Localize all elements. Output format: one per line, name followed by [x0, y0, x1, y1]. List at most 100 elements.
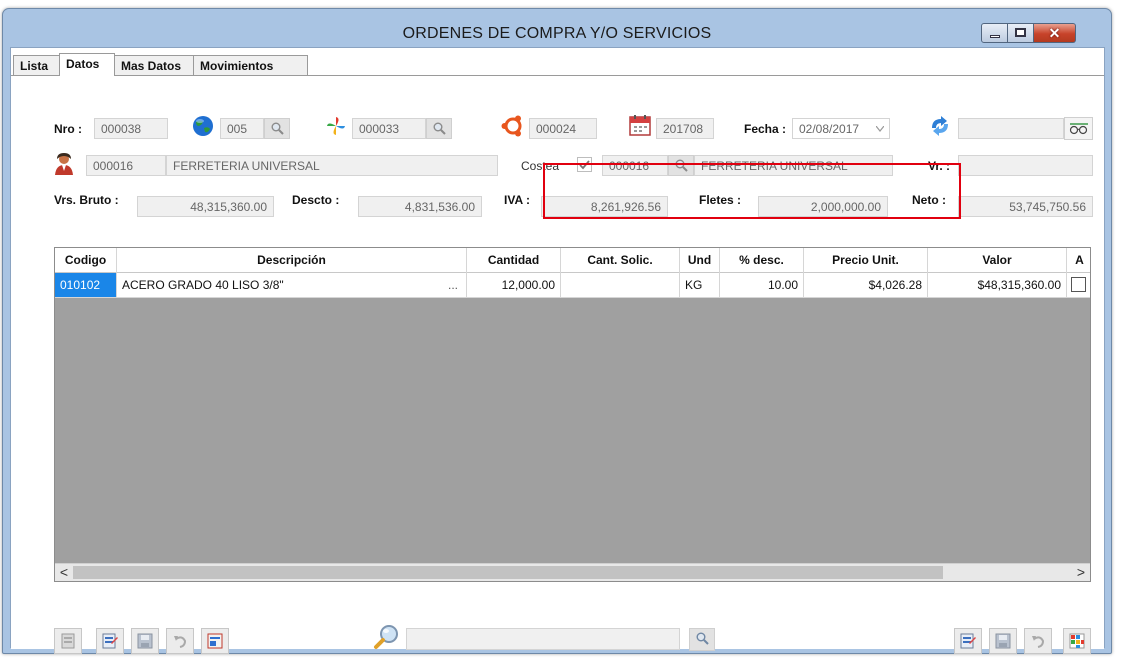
- calendar-icon: [629, 115, 651, 136]
- col-descripcion[interactable]: Descripción: [117, 248, 467, 273]
- bruto-field: 48,315,360.00: [137, 196, 274, 217]
- costea-checkbox[interactable]: [577, 157, 592, 172]
- app-window: ORDENES DE COMPRA Y/O SERVICIOS ✕ Lista …: [2, 8, 1112, 654]
- document-button[interactable]: [201, 628, 229, 654]
- cell-cant-solic[interactable]: [561, 273, 680, 298]
- tab-movimientos[interactable]: Movimientos: [193, 55, 308, 75]
- window-title: ORDENES DE COMPRA Y/O SERVICIOS: [402, 25, 712, 42]
- nro-label: Nro :: [54, 122, 82, 136]
- cell-und[interactable]: KG: [680, 273, 720, 298]
- proveedor-search-button[interactable]: [426, 118, 452, 139]
- save-button[interactable]: [131, 628, 159, 654]
- magnifier-icon: [696, 632, 709, 645]
- ellipsis-button[interactable]: ...: [448, 273, 458, 297]
- tab-strip: Lista Datos Mas Datos Movimientos: [11, 53, 1104, 76]
- costea-name-field[interactable]: FERRETERIA UNIVERSAL: [694, 155, 893, 176]
- sucursal-field[interactable]: 005: [220, 118, 264, 139]
- fecha-date-picker[interactable]: 02/08/2017: [792, 118, 890, 139]
- tab-lista[interactable]: Lista: [13, 55, 60, 75]
- maximize-button[interactable]: [1008, 23, 1034, 43]
- col-a[interactable]: A: [1067, 248, 1090, 273]
- fecha-label: Fecha :: [744, 122, 787, 136]
- table-row[interactable]: 010102 ACERO GRADO 40 LISO 3/8" ... 12,0…: [55, 273, 1090, 298]
- new-document-icon: [61, 633, 75, 649]
- minimize-button[interactable]: [981, 23, 1008, 43]
- edit-record-button[interactable]: [96, 628, 124, 654]
- fletes-label: Fletes :: [699, 193, 742, 207]
- col-codigo[interactable]: Codigo: [55, 248, 117, 273]
- cell-a[interactable]: [1067, 273, 1090, 298]
- iva-label: IVA :: [504, 193, 530, 207]
- fletes-field[interactable]: 2,000,000.00: [758, 196, 888, 217]
- search-input[interactable]: [406, 628, 680, 650]
- items-grid: Codigo Descripción Cantidad Cant. Solic.…: [54, 247, 1091, 582]
- grid-undo-button[interactable]: [1024, 628, 1052, 654]
- descto-field: 4,831,536.00: [358, 196, 482, 217]
- vr-field[interactable]: [958, 155, 1093, 176]
- col-cantidad[interactable]: Cantidad: [467, 248, 561, 273]
- tercero-name-field[interactable]: FERRETERIA UNIVERSAL: [166, 155, 498, 176]
- glasses-icon: [1069, 123, 1088, 135]
- cell-cantidad[interactable]: 12,000.00: [467, 273, 561, 298]
- grid-table-icon: [1069, 633, 1085, 649]
- pinwheel-icon: [327, 117, 345, 135]
- nro-field[interactable]: 000038: [94, 118, 168, 139]
- tercero-code-field[interactable]: 000016: [86, 155, 166, 176]
- new-record-button[interactable]: [54, 628, 82, 654]
- cell-descripcion[interactable]: ACERO GRADO 40 LISO 3/8" ...: [117, 273, 467, 298]
- save-icon: [137, 633, 153, 649]
- sucursal-search-button[interactable]: [264, 118, 290, 139]
- maximize-icon: [1015, 28, 1026, 37]
- centro-costo-field[interactable]: 000024: [529, 118, 597, 139]
- costea-search-button[interactable]: [668, 155, 694, 176]
- periodo-field[interactable]: 201708: [656, 118, 714, 139]
- col-valor[interactable]: Valor: [928, 248, 1067, 273]
- grid-options-button[interactable]: [1063, 628, 1091, 654]
- neto-field: 53,745,750.56: [958, 196, 1093, 217]
- extra-field[interactable]: [958, 118, 1064, 139]
- search-magnifier-icon: [374, 625, 398, 649]
- horizontal-scrollbar[interactable]: < >: [55, 563, 1090, 581]
- cell-precio[interactable]: $4,026.28: [804, 273, 928, 298]
- user-icon: [55, 153, 73, 175]
- tab-datos[interactable]: Datos: [59, 53, 115, 76]
- grid-edit-button[interactable]: [954, 628, 982, 654]
- cell-desc[interactable]: 10.00: [720, 273, 804, 298]
- close-icon: ✕: [1048, 25, 1061, 41]
- col-desc[interactable]: % desc.: [720, 248, 804, 273]
- col-cant-solic[interactable]: Cant. Solic.: [561, 248, 680, 273]
- cell-valor[interactable]: $48,315,360.00: [928, 273, 1067, 298]
- glasses-button[interactable]: [1064, 117, 1093, 140]
- neto-label: Neto :: [912, 193, 946, 207]
- proveedor-code-field[interactable]: 000033: [352, 118, 426, 139]
- bruto-label: Vrs. Bruto :: [54, 193, 119, 207]
- row-a-checkbox[interactable]: [1071, 277, 1086, 292]
- undo-icon: [1032, 636, 1045, 648]
- cell-descripcion-text: ACERO GRADO 40 LISO 3/8": [122, 278, 284, 292]
- iva-field: 8,261,926.56: [541, 196, 668, 217]
- undo-icon: [174, 636, 187, 648]
- scroll-right-arrow[interactable]: >: [1072, 564, 1090, 581]
- refresh-icon: [932, 116, 948, 136]
- grid-header: Codigo Descripción Cantidad Cant. Solic.…: [55, 248, 1090, 273]
- chevron-down-icon: [876, 126, 884, 132]
- vr-label: Vr. :: [928, 159, 951, 173]
- costea-label: Costea: [521, 159, 560, 173]
- col-und[interactable]: Und: [680, 248, 720, 273]
- save-icon: [995, 633, 1011, 649]
- close-button[interactable]: ✕: [1034, 23, 1076, 43]
- cell-codigo[interactable]: 010102: [55, 273, 117, 298]
- magnifier-icon: [433, 122, 446, 135]
- scroll-thumb[interactable]: [73, 566, 943, 579]
- document-icon: [207, 633, 223, 649]
- edit-document-icon: [102, 633, 118, 649]
- costea-code-field[interactable]: 000016: [602, 155, 668, 176]
- tab-mas-datos[interactable]: Mas Datos: [114, 55, 194, 75]
- descto-label: Descto :: [292, 193, 340, 207]
- edit-document-icon: [960, 633, 976, 649]
- col-precio-unit[interactable]: Precio Unit.: [804, 248, 928, 273]
- search-button[interactable]: [689, 628, 715, 651]
- scroll-left-arrow[interactable]: <: [55, 564, 73, 581]
- undo-button[interactable]: [166, 628, 194, 654]
- grid-save-button[interactable]: [989, 628, 1017, 654]
